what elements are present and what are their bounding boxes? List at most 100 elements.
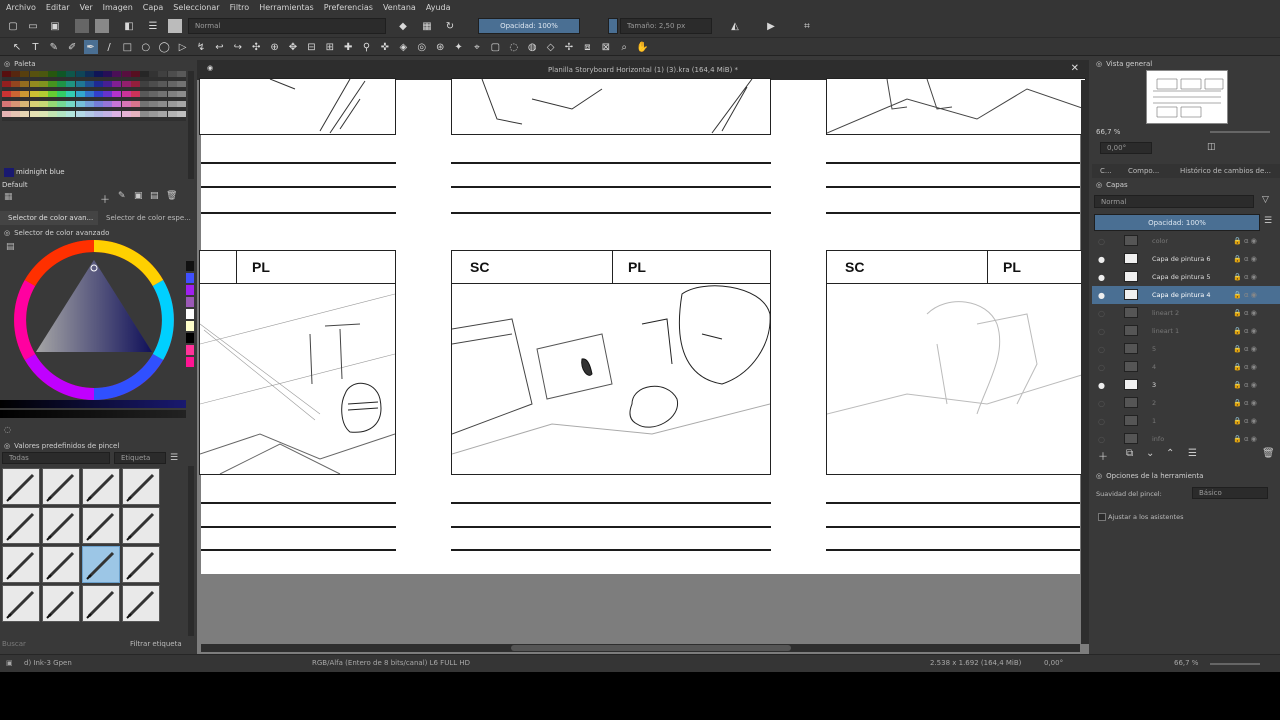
palette-swatch[interactable] xyxy=(75,111,85,117)
palette-swatch[interactable] xyxy=(130,91,140,97)
tool-icon-28[interactable]: ◍ xyxy=(525,40,539,54)
palette-swatch[interactable] xyxy=(176,101,186,107)
pattern-preset-icon[interactable] xyxy=(95,19,109,33)
tool-icon-20[interactable]: ✜ xyxy=(378,40,392,54)
edit-color-icon[interactable]: ✎ xyxy=(118,191,126,201)
brush-preset-item[interactable] xyxy=(122,468,160,505)
brush-preset-item[interactable] xyxy=(82,585,120,622)
layer-visibility-icon[interactable]: ● xyxy=(1098,381,1105,390)
layer-properties-icon[interactable]: ☰ xyxy=(1188,448,1197,459)
scrollbar-thumb[interactable] xyxy=(511,645,791,651)
menu-item-7[interactable]: Herramientas xyxy=(259,3,314,12)
palette-swatch[interactable] xyxy=(140,81,149,87)
brush-preset-item[interactable] xyxy=(2,468,40,505)
palette-swatch[interactable] xyxy=(121,101,131,107)
palette-swatch[interactable] xyxy=(48,91,57,97)
palette-swatch[interactable] xyxy=(66,111,76,117)
tool-icon-26[interactable]: ▢ xyxy=(488,40,502,54)
palette-swatch[interactable] xyxy=(140,91,149,97)
palette-swatch[interactable] xyxy=(66,91,76,97)
mirror-horizontal-icon[interactable]: ◭ xyxy=(728,19,742,33)
layer-lock-icon[interactable]: 🔒 α ◉ xyxy=(1233,399,1257,407)
palette-swatch[interactable] xyxy=(103,91,113,97)
palette-swatch[interactable] xyxy=(66,71,76,77)
palette-swatch[interactable] xyxy=(84,71,94,77)
layer-row[interactable]: ○ 5 🔒 α ◉ xyxy=(1092,340,1280,358)
palette-swatch[interactable] xyxy=(75,81,85,87)
document-tab[interactable]: Planilla Storyboard Horizontal (1) (3).k… xyxy=(197,60,1089,80)
layer-visibility-icon[interactable]: ● xyxy=(1098,291,1105,300)
palette-swatch[interactable] xyxy=(29,91,39,97)
layer-lock-icon[interactable]: 🔒 α ◉ xyxy=(1233,273,1257,281)
palette-swatch[interactable] xyxy=(130,81,140,87)
foreground-background-color-icon[interactable]: ◧ xyxy=(122,19,136,33)
color-history-swatch[interactable] xyxy=(186,309,194,319)
brush-preset-item[interactable] xyxy=(82,468,120,505)
palette-swatch[interactable] xyxy=(75,71,85,77)
color-history-swatch[interactable] xyxy=(186,261,194,271)
palette-swatch[interactable] xyxy=(176,111,186,117)
layer-blend-mode-select[interactable]: Normal xyxy=(1094,195,1254,208)
menu-item-1[interactable]: Editar xyxy=(46,3,70,12)
save-icon[interactable]: ▣ xyxy=(48,19,62,33)
tool-icon-29[interactable]: ◇ xyxy=(544,40,558,54)
status-rotation[interactable]: 0,00° xyxy=(1044,659,1063,667)
layer-row[interactable]: ○ color 🔒 α ◉ xyxy=(1092,232,1280,250)
tab-advanced-color-selector[interactable]: Selector de color avan... xyxy=(0,211,98,225)
menu-item-8[interactable]: Preferencias xyxy=(324,3,373,12)
tool-icon-11[interactable]: ↩ xyxy=(212,40,226,54)
palette-swatch[interactable] xyxy=(2,111,11,117)
layer-lock-icon[interactable]: 🔒 α ◉ xyxy=(1233,237,1257,245)
gradient-preset-icon[interactable] xyxy=(75,19,89,33)
mirror-vertical-icon[interactable]: ▶ xyxy=(764,19,778,33)
palette-swatch[interactable] xyxy=(149,81,159,87)
palette-swatch[interactable] xyxy=(176,81,186,87)
brush-preset-item[interactable] xyxy=(42,507,80,544)
tool-icon-0[interactable]: ↖ xyxy=(10,40,24,54)
palette-swatch[interactable] xyxy=(38,91,48,97)
tool-icon-6[interactable]: □ xyxy=(120,40,134,54)
palette-swatch[interactable] xyxy=(103,81,113,87)
palette-swatch[interactable] xyxy=(158,71,168,77)
palette-export-icon[interactable]: ▤ xyxy=(150,191,159,201)
layer-lock-icon[interactable]: 🔒 α ◉ xyxy=(1233,417,1257,425)
palette-swatch[interactable] xyxy=(121,111,131,117)
color-history-swatch[interactable] xyxy=(186,357,194,367)
palette-swatch[interactable] xyxy=(94,101,103,107)
tool-icon-3[interactable]: ✐ xyxy=(65,40,79,54)
palette-swatch[interactable] xyxy=(149,111,159,117)
menu-item-9[interactable]: Ventana xyxy=(383,3,416,12)
palette-swatch[interactable] xyxy=(167,111,177,117)
tool-icon-1[interactable]: T xyxy=(28,40,42,54)
brush-preset-item[interactable] xyxy=(122,585,160,622)
layer-visibility-icon[interactable]: ● xyxy=(1098,255,1105,264)
palette-swatch[interactable] xyxy=(2,71,11,77)
color-history-swatch[interactable] xyxy=(186,345,194,355)
palette-swatch[interactable] xyxy=(48,101,57,107)
palette-swatch[interactable] xyxy=(112,91,122,97)
color-history-swatch[interactable] xyxy=(186,273,194,283)
palette-swatch[interactable] xyxy=(75,101,85,107)
palette-swatch[interactable] xyxy=(149,101,159,107)
tool-icon-22[interactable]: ◎ xyxy=(415,40,429,54)
color-history-swatch[interactable] xyxy=(186,321,194,331)
palette-swatch[interactable] xyxy=(112,101,122,107)
layer-row[interactable]: ○ lineart 1 🔒 α ◉ xyxy=(1092,322,1280,340)
palette-swatch[interactable] xyxy=(66,81,76,87)
menu-item-2[interactable]: Ver xyxy=(80,3,93,12)
layer-visibility-icon[interactable]: ● xyxy=(1098,273,1105,282)
palette-swatch[interactable] xyxy=(158,91,168,97)
layer-lock-icon[interactable]: 🔒 α ◉ xyxy=(1233,363,1257,371)
palette-swatch[interactable] xyxy=(103,71,113,77)
brush-preset-item[interactable] xyxy=(2,507,40,544)
tool-icon-5[interactable]: / xyxy=(102,40,116,54)
palette-swatch[interactable] xyxy=(103,111,113,117)
layer-filter-icon[interactable]: ▽ xyxy=(1262,195,1269,205)
palette-swatch[interactable] xyxy=(94,91,103,97)
palette-swatch[interactable] xyxy=(75,91,85,97)
move-layer-up-icon[interactable]: ⌃ xyxy=(1166,448,1174,459)
color-history-swatch[interactable] xyxy=(186,285,194,295)
palette-swatches[interactable] xyxy=(2,71,186,121)
tool-icon-12[interactable]: ↪ xyxy=(231,40,245,54)
brush-preset-item[interactable] xyxy=(122,546,160,583)
